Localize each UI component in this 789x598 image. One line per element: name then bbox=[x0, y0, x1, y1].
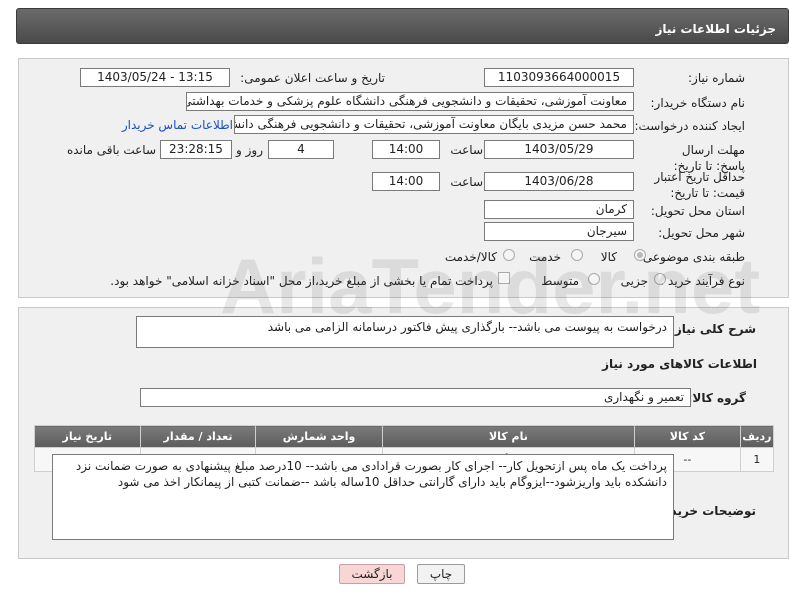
city-label: شهر محل تحویل: bbox=[658, 226, 745, 240]
buyer-label: نام دستگاه خریدار: bbox=[650, 96, 746, 110]
process-radio-medium[interactable] bbox=[588, 273, 600, 285]
creator-field: محمد حسن مزیدی بایگان معاونت آموزشی، تحق… bbox=[234, 115, 634, 134]
process-option-minor: جزیی bbox=[620, 274, 648, 288]
treasury-note: پرداخت تمام یا بخشی از مبلغ خرید،از محل … bbox=[110, 274, 493, 288]
process-radio-minor[interactable] bbox=[654, 273, 666, 285]
process-option-medium: متوسط bbox=[541, 274, 579, 288]
cell-row: 1 bbox=[739, 447, 775, 472]
category-option-goods-service: کالا/خدمت bbox=[444, 250, 497, 264]
goods-section-title: اطلاعات کالاهای مورد نیاز bbox=[602, 357, 757, 371]
category-option-service: خدمت bbox=[529, 250, 561, 264]
col-unit: واحد شمارش bbox=[255, 425, 383, 448]
print-button[interactable]: چاپ bbox=[417, 564, 465, 584]
validity-time-field: 14:00 bbox=[372, 172, 440, 191]
page-header: جزئیات اطلاعات نیاز bbox=[16, 8, 789, 44]
col-row: ردیف bbox=[739, 425, 775, 448]
creator-label: ایجاد کننده درخواست: bbox=[634, 119, 745, 133]
need-number-field: 1103093664000015 bbox=[484, 68, 634, 87]
category-radio-goods[interactable] bbox=[634, 249, 646, 261]
deadline-time-field: 14:00 bbox=[372, 140, 440, 159]
category-radio-service[interactable] bbox=[571, 249, 583, 261]
province-field: کرمان bbox=[484, 200, 634, 219]
buyer-field: معاونت آموزشی، تحقیقات و دانشجویی فرهنگی… bbox=[186, 92, 634, 111]
description-textarea[interactable]: درخواست به پیوست می باشد-- بارگذاری پیش … bbox=[136, 316, 674, 348]
deadline-date-field: 1403/05/29 bbox=[484, 140, 634, 159]
description-label: شرح کلی نیاز: bbox=[670, 322, 756, 336]
category-radio-goods-service[interactable] bbox=[503, 249, 515, 261]
validity-label: حداقل تاریخ اعتبار قیمت: تا تاریخ: bbox=[654, 170, 745, 200]
province-label: استان محل تحویل: bbox=[650, 204, 745, 218]
days-label: روز و bbox=[236, 143, 263, 157]
col-code: کد کالا bbox=[634, 425, 741, 448]
category-option-goods: کالا bbox=[600, 250, 617, 264]
col-name: نام کالا bbox=[381, 425, 636, 448]
announce-label: تاریخ و ساعت اعلان عمومی: bbox=[240, 71, 385, 85]
city-field: سیرجان bbox=[484, 222, 634, 241]
need-number-label: شماره نیاز: bbox=[688, 71, 745, 85]
treasury-checkbox[interactable] bbox=[498, 272, 510, 284]
validity-time-label: ساعت bbox=[450, 175, 483, 189]
back-button[interactable]: بازگشت bbox=[339, 564, 405, 584]
time-remaining-label: ساعت باقی مانده bbox=[66, 143, 156, 157]
page-title: جزئیات اطلاعات نیاز bbox=[655, 22, 776, 36]
announce-field: 1403/05/24 - 13:15 bbox=[80, 68, 230, 87]
deadline-time-label: ساعت bbox=[450, 143, 483, 157]
days-remaining-field: 4 bbox=[268, 140, 334, 159]
buyer-contact-link[interactable]: اطلاعات تماس خریدار bbox=[122, 118, 233, 132]
col-qty: تعداد / مقدار bbox=[139, 425, 257, 448]
validity-date-field: 1403/06/28 bbox=[484, 172, 634, 191]
buyer-notes-textarea[interactable]: پرداخت یک ماه پس ازتحویل کار-- اجرای کار… bbox=[52, 454, 674, 540]
table-header-row: ردیف کد کالا نام کالا واحد شمارش تعداد /… bbox=[34, 425, 775, 448]
category-label: طبقه بندی موضوعی: bbox=[638, 250, 745, 264]
col-date: تاریخ نیاز bbox=[34, 425, 141, 448]
time-remaining-field: 23:28:15 bbox=[160, 140, 232, 159]
process-label: نوع فرآیند خرید : bbox=[660, 274, 745, 288]
goods-group-label: گروه کالا: bbox=[687, 391, 746, 405]
goods-group-field: تعمیر و نگهداری bbox=[140, 388, 691, 407]
